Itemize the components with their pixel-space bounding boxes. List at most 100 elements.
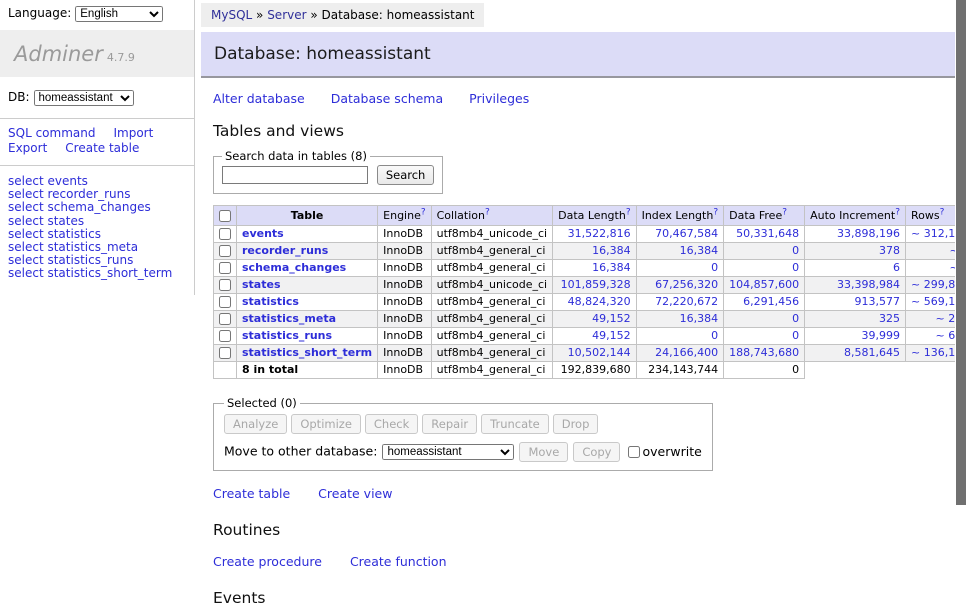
value-link-data-free[interactable]: 0 — [792, 329, 799, 342]
db-nav-links: Alter database Database schema Privileges — [213, 91, 966, 106]
value-link-index-length[interactable]: 72,220,672 — [655, 295, 718, 308]
value-link-auto-increment[interactable]: 913,577 — [855, 295, 901, 308]
value-link-data-length[interactable]: 16,384 — [592, 244, 631, 257]
sidebar-link-export[interactable]: Export — [8, 141, 47, 155]
adminer-version: 4.7.9 — [107, 51, 135, 64]
value-link-index-length[interactable]: 70,467,584 — [655, 227, 718, 240]
value-link-data-length[interactable]: 16,384 — [592, 261, 631, 274]
search-button[interactable]: Search — [377, 165, 435, 185]
value-link-auto-increment[interactable]: 33,398,984 — [837, 278, 900, 291]
cell-data-free: 50,331,648 — [724, 226, 805, 243]
value-link-auto-increment[interactable]: 33,898,196 — [837, 227, 900, 240]
row-checkbox[interactable] — [219, 279, 231, 291]
row-checkbox[interactable] — [219, 245, 231, 257]
row-checkbox[interactable] — [219, 296, 231, 308]
value-link-index-length[interactable]: 16,384 — [680, 244, 719, 257]
value-link-data-length[interactable]: 10,502,144 — [568, 346, 631, 359]
cell-data-free: 0 — [724, 260, 805, 277]
cell-data-length: 10,502,144 — [553, 345, 636, 362]
value-link-data-free[interactable]: 6,291,456 — [743, 295, 799, 308]
cell-index-length: 24,166,400 — [636, 345, 724, 362]
nav-link-alter-database[interactable]: Alter database — [213, 91, 305, 106]
table-row: statisticsInnoDButf8mb4_general_ci48,824… — [214, 294, 966, 311]
value-link-data-free[interactable]: 0 — [792, 244, 799, 257]
sidebar-link-select-statistics-meta[interactable]: select statistics_meta — [8, 240, 138, 254]
cell-auto-increment: 913,577 — [805, 294, 906, 311]
column-help-link[interactable]: ? — [485, 207, 490, 217]
value-link-data-free[interactable]: 50,331,648 — [736, 227, 799, 240]
table-link-states[interactable]: states — [242, 278, 281, 291]
value-link-index-length[interactable]: 16,384 — [680, 312, 719, 325]
value-link-data-free[interactable]: 0 — [792, 261, 799, 274]
cell-engine: InnoDB — [378, 260, 431, 277]
select-all-checkbox[interactable] — [219, 210, 231, 222]
value-link-auto-increment[interactable]: 6 — [893, 261, 900, 274]
link-create-function[interactable]: Create function — [350, 554, 447, 569]
nav-link-privileges[interactable]: Privileges — [469, 91, 529, 106]
table-link-schema-changes[interactable]: schema_changes — [242, 261, 346, 274]
link-create-view[interactable]: Create view — [318, 486, 392, 501]
column-header-data-length: Data Length? — [553, 206, 636, 226]
row-checkbox[interactable] — [219, 313, 231, 325]
breadcrumb-mysql[interactable]: MySQL — [211, 8, 252, 22]
db-select[interactable]: homeassistant — [34, 90, 134, 106]
value-link-data-free[interactable]: 104,857,600 — [729, 278, 799, 291]
value-link-data-length[interactable]: 31,522,816 — [568, 227, 631, 240]
breadcrumb-server[interactable]: Server — [267, 8, 306, 22]
value-link-data-length[interactable]: 49,152 — [592, 329, 631, 342]
sidebar-link-create-table[interactable]: Create table — [65, 141, 139, 155]
scrollbar-thumb[interactable] — [956, 0, 966, 505]
sidebar-link-import[interactable]: Import — [113, 126, 153, 140]
table-row: statistics_short_termInnoDButf8mb4_gener… — [214, 345, 966, 362]
value-link-data-length[interactable]: 48,824,320 — [568, 295, 631, 308]
table-link-events[interactable]: events — [242, 227, 284, 240]
table-link-statistics-meta[interactable]: statistics_meta — [242, 312, 336, 325]
value-link-index-length[interactable]: 24,166,400 — [655, 346, 718, 359]
sidebar-link-select-events[interactable]: select events — [8, 174, 88, 188]
column-help-link[interactable]: ? — [782, 207, 787, 217]
column-help-link[interactable]: ? — [940, 207, 945, 217]
table-link-statistics-short-term[interactable]: statistics_short_term — [242, 346, 372, 359]
value-link-auto-increment[interactable]: 8,581,645 — [844, 346, 900, 359]
breadcrumb: MySQL » Server » Database: homeassistant — [201, 3, 484, 27]
link-create-table[interactable]: Create table — [213, 486, 290, 501]
tables-heading: Tables and views — [213, 122, 966, 140]
column-help-link[interactable]: ? — [421, 207, 426, 217]
overwrite-checkbox[interactable] — [628, 446, 640, 458]
sidebar-link-select-states[interactable]: select states — [8, 214, 84, 228]
sidebar-link-select-statistics[interactable]: select statistics — [8, 227, 101, 241]
table-link-recorder-runs[interactable]: recorder_runs — [242, 244, 328, 257]
sidebar-link-select-statistics-runs[interactable]: select statistics_runs — [8, 253, 133, 267]
table-link-statistics-runs[interactable]: statistics_runs — [242, 329, 332, 342]
sidebar-link-select-statistics-short-term[interactable]: select statistics_short_term — [8, 266, 172, 280]
sidebar-link-sql-command[interactable]: SQL command — [8, 126, 95, 140]
value-link-index-length[interactable]: 0 — [711, 261, 718, 274]
value-link-data-free[interactable]: 188,743,680 — [729, 346, 799, 359]
sidebar-link-select-schema-changes[interactable]: select schema_changes — [8, 200, 151, 214]
link-create-procedure[interactable]: Create procedure — [213, 554, 322, 569]
value-link-index-length[interactable]: 0 — [711, 329, 718, 342]
sidebar-link-select-recorder-runs[interactable]: select recorder_runs — [8, 187, 131, 201]
table-link-statistics[interactable]: statistics — [242, 295, 299, 308]
column-help-link[interactable]: ? — [626, 207, 631, 217]
nav-link-database-schema[interactable]: Database schema — [331, 91, 443, 106]
value-link-auto-increment[interactable]: 325 — [879, 312, 900, 325]
value-link-auto-increment[interactable]: 378 — [879, 244, 900, 257]
db-row: DB:homeassistant — [0, 77, 194, 119]
column-help-link[interactable]: ? — [713, 207, 718, 217]
value-link-data-length[interactable]: 101,859,328 — [561, 278, 631, 291]
value-link-index-length[interactable]: 67,256,320 — [655, 278, 718, 291]
column-help-link[interactable]: ? — [895, 207, 900, 217]
row-checkbox[interactable] — [219, 330, 231, 342]
row-checkbox[interactable] — [219, 262, 231, 274]
table-total-row: 8 in totalInnoDButf8mb4_general_ci192,83… — [214, 362, 966, 379]
search-input[interactable] — [222, 166, 368, 184]
row-checkbox[interactable] — [219, 228, 231, 240]
row-checkbox[interactable] — [219, 347, 231, 359]
move-db-select[interactable]: homeassistant — [382, 444, 514, 460]
value-link-auto-increment[interactable]: 39,999 — [862, 329, 901, 342]
language-select[interactable]: English — [75, 6, 163, 22]
value-link-data-free[interactable]: 0 — [792, 312, 799, 325]
value-link-data-length[interactable]: 49,152 — [592, 312, 631, 325]
cell-collation: utf8mb4_general_ci — [431, 311, 552, 328]
